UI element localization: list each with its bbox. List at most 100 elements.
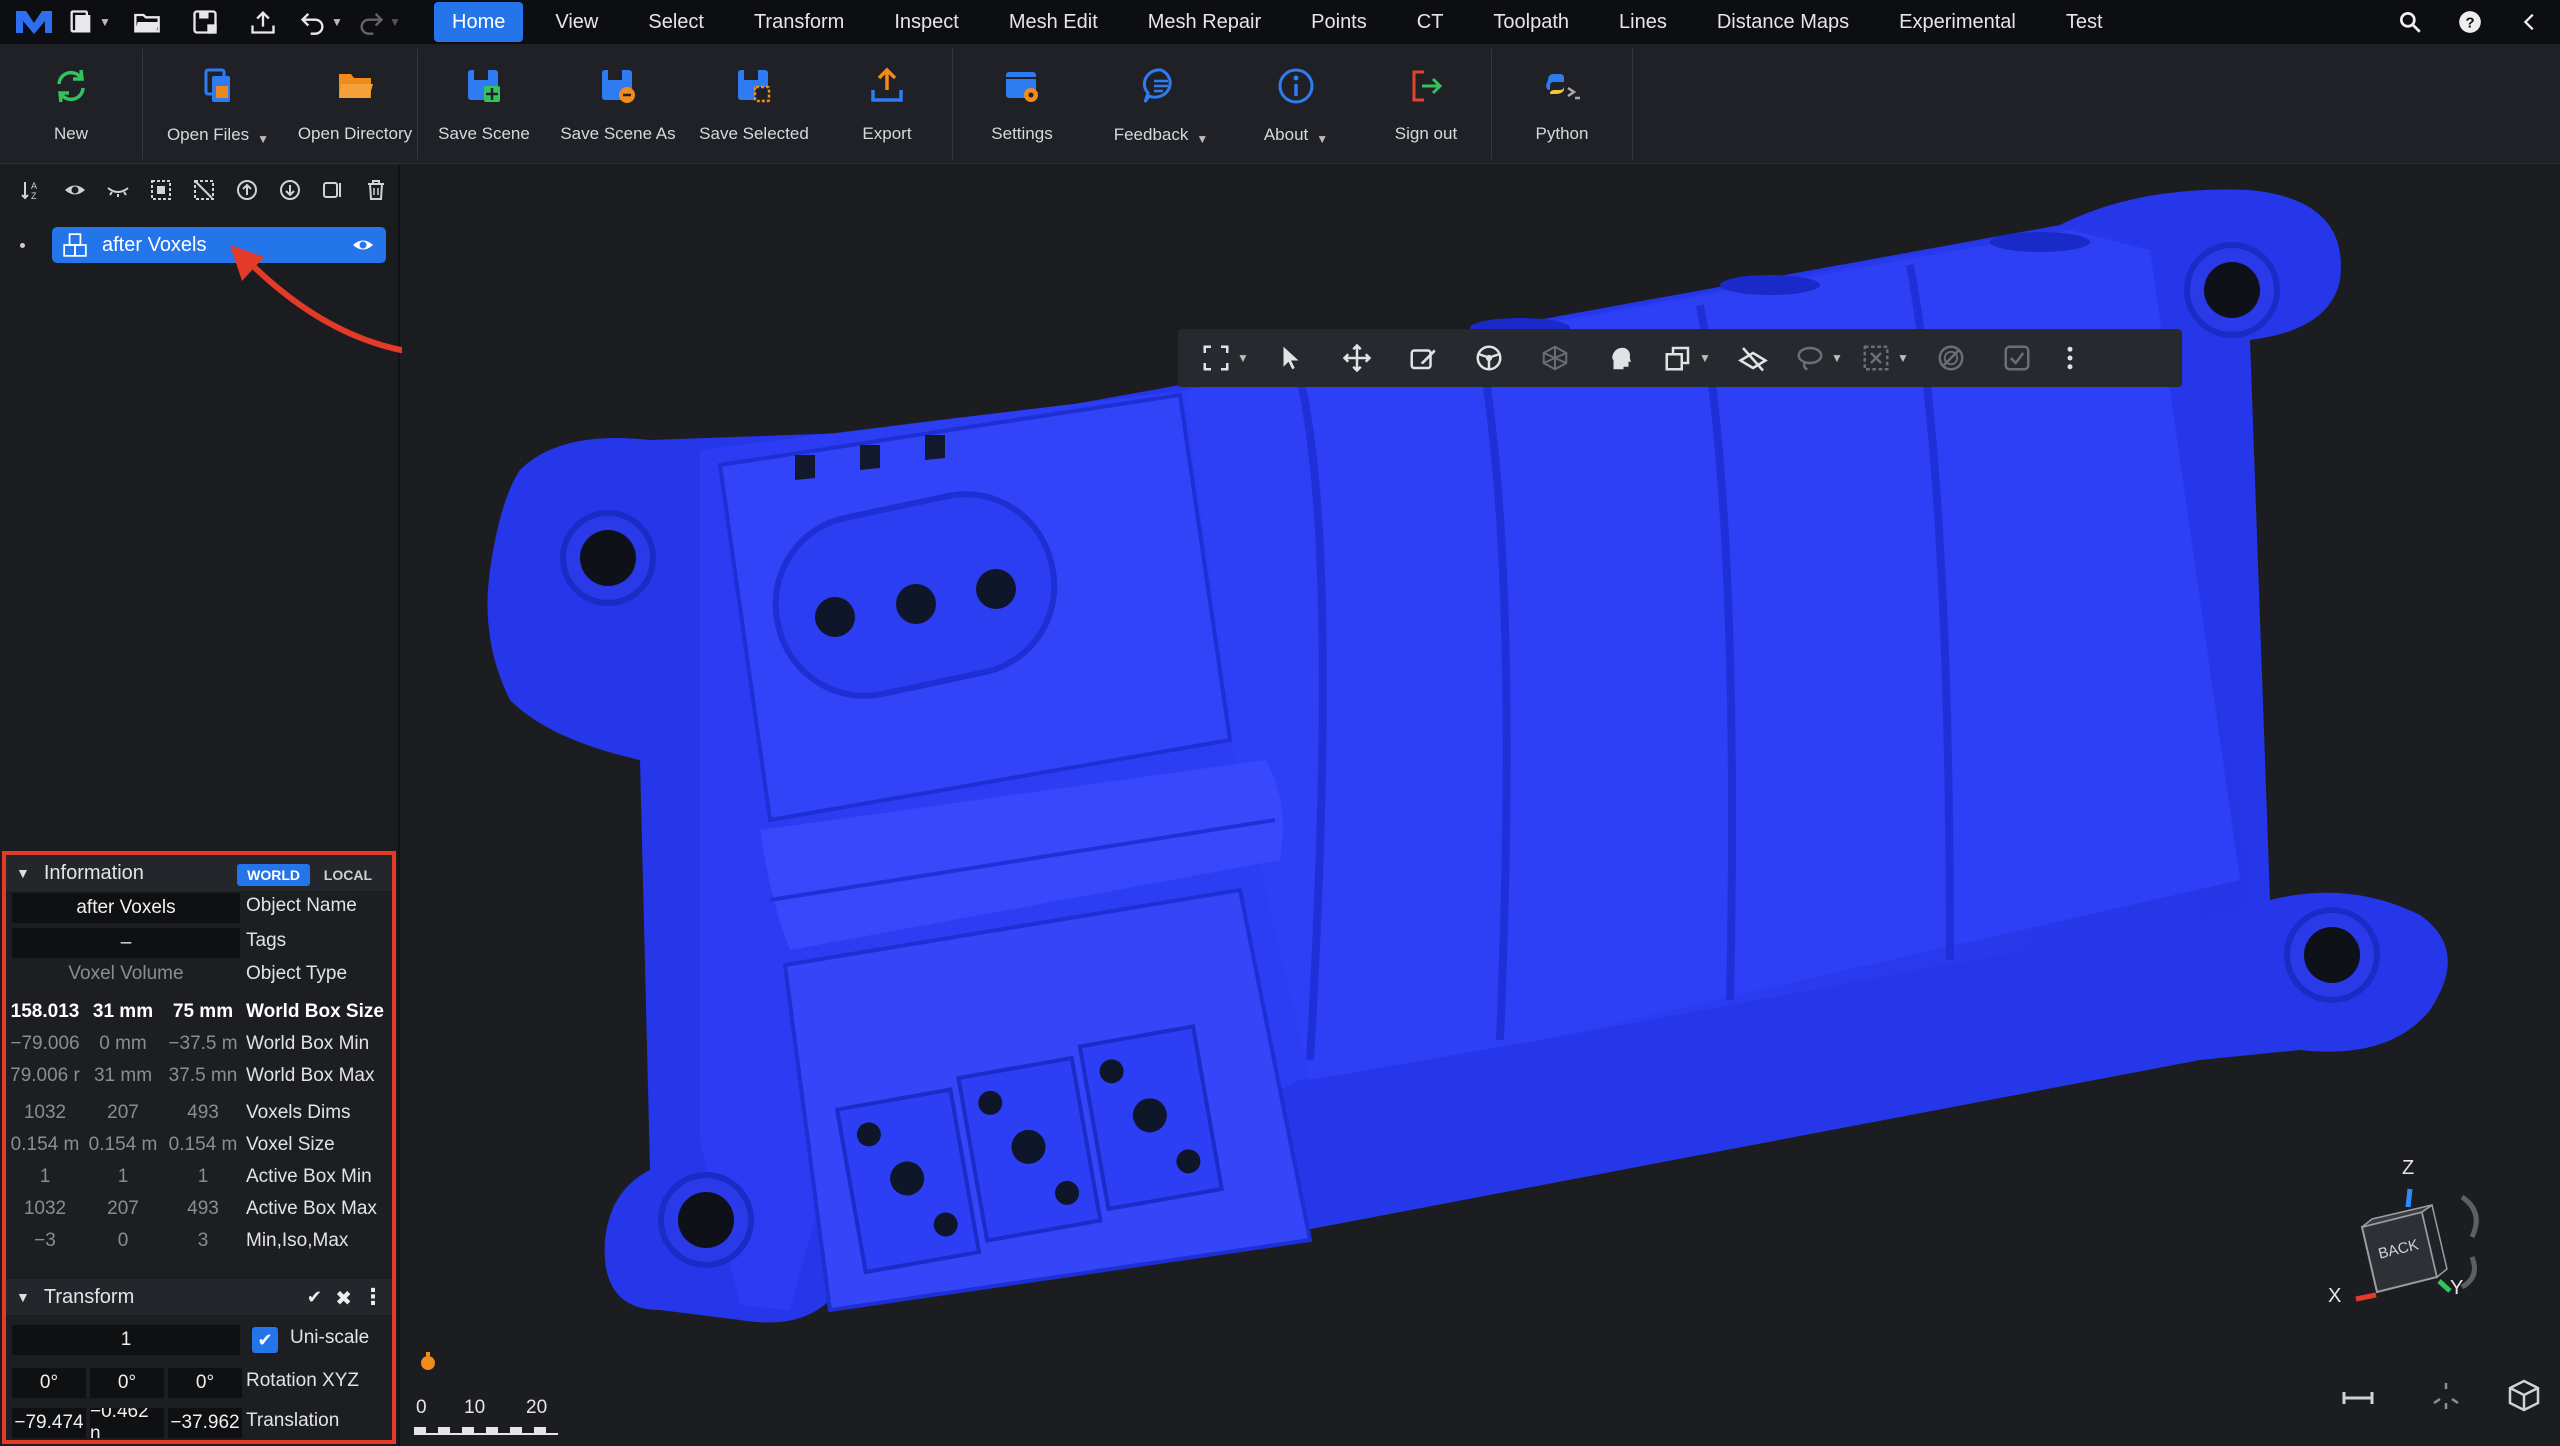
undo-icon[interactable]: ▼ <box>292 0 350 44</box>
tab-select[interactable]: Select <box>630 2 722 42</box>
apply-check-icon[interactable]: ✔ <box>307 1287 322 1308</box>
information-header[interactable]: ▼ Information WORLD LOCAL <box>6 855 392 891</box>
ruler-tool-icon[interactable] <box>2340 1383 2380 1413</box>
axis-z-label: Z <box>2402 1157 2415 1179</box>
tab-transform[interactable]: Transform <box>736 2 862 42</box>
tab-ct[interactable]: CT <box>1399 2 1462 42</box>
fit-view-icon[interactable]: ▼ <box>1192 329 1258 387</box>
open-directory-button[interactable]: Open Directory <box>293 44 417 164</box>
tab-inspect[interactable]: Inspect <box>876 2 976 42</box>
about-button[interactable]: About ▼ <box>1231 44 1361 164</box>
app-logo-icon[interactable] <box>8 0 60 44</box>
transform-header[interactable]: ▼ Transform ✔ ✖ ⋮ <box>6 1279 392 1315</box>
fps-timer-icon[interactable] <box>416 1349 440 1373</box>
clone-icon[interactable]: ▼ <box>1654 329 1720 387</box>
reset-x-icon[interactable]: ✖ <box>335 1286 352 1311</box>
help-icon[interactable]: ? <box>2440 0 2500 44</box>
uniscale-row: 1 ✔ Uni-scale <box>6 1323 392 1355</box>
new-menu-icon[interactable]: ▼ <box>60 0 118 44</box>
save-selected-icon <box>730 62 778 110</box>
hide-plane-icon[interactable] <box>1720 329 1786 387</box>
view-cube[interactable]: BACK Z X Y <box>2312 1157 2492 1337</box>
viewport-toolbar: ▼ ▼ ▼ ▼ <box>1178 329 2182 387</box>
rotation-y-field[interactable]: 0° <box>90 1368 164 1398</box>
tab-toolpath[interactable]: Toolpath <box>1475 2 1587 42</box>
save-scene-button[interactable]: Save Scene <box>418 44 550 164</box>
redo-icon[interactable]: ▼ <box>350 0 408 44</box>
open-files-button[interactable]: Open Files ▼ <box>143 44 293 164</box>
lasso-icon[interactable]: ▼ <box>1786 329 1852 387</box>
upload-icon[interactable] <box>234 0 292 44</box>
uniscale-field[interactable]: 1 <box>12 1325 240 1355</box>
steering-icon[interactable] <box>1456 329 1522 387</box>
rotation-x-field[interactable]: 0° <box>12 1368 86 1398</box>
svg-text:?: ? <box>2465 14 2474 31</box>
tab-home[interactable]: Home <box>434 2 524 42</box>
sign-out-icon <box>1402 62 1450 110</box>
local-toggle[interactable]: LOCAL <box>318 864 378 886</box>
search-icon[interactable] <box>2380 0 2440 44</box>
python-button[interactable]: Python <box>1492 44 1632 164</box>
object-name-field[interactable]: after Voxels <box>12 893 240 923</box>
tab-points[interactable]: Points <box>1293 2 1385 42</box>
tab-lines[interactable]: Lines <box>1601 2 1685 42</box>
head-silhouette-icon[interactable] <box>1588 329 1654 387</box>
voxels-dims-row: 1032 207 493 Voxels Dims <box>23 1102 351 1123</box>
3d-viewport[interactable]: ▼ ▼ ▼ ▼ BACK Z X Y 0 10 20 <box>402 165 2560 1446</box>
translation-y-field[interactable]: −0.462 n <box>90 1408 164 1438</box>
sign-out-button[interactable]: Sign out <box>1361 44 1491 164</box>
remove-selection-icon[interactable]: ▼ <box>1852 329 1918 387</box>
select-all-icon[interactable] <box>139 170 182 210</box>
save-scene-icon <box>460 62 508 110</box>
select-pointer-icon[interactable] <box>1258 329 1324 387</box>
eye-icon[interactable] <box>53 170 96 210</box>
world-box-size-row: 158.013 31 mm 75 mm World Box Size <box>10 1001 384 1022</box>
translation-z-field[interactable]: −37.962 <box>168 1408 242 1438</box>
tab-view[interactable]: View <box>537 2 616 42</box>
voxels-object-icon <box>62 232 88 258</box>
information-panel: ▼ Information WORLD LOCAL after Voxels O… <box>2 851 396 1444</box>
mesh-icon[interactable] <box>1522 329 1588 387</box>
deselect-icon[interactable] <box>182 170 225 210</box>
scene-object-name: after Voxels <box>102 233 207 256</box>
tab-experimental[interactable]: Experimental <box>1881 2 2034 42</box>
disable-icon[interactable] <box>1918 329 1984 387</box>
move-icon[interactable] <box>1324 329 1390 387</box>
save-scene-as-button[interactable]: Save Scene As <box>550 44 686 164</box>
more-vertical-icon[interactable] <box>2050 329 2090 387</box>
tab-test[interactable]: Test <box>2048 2 2121 42</box>
settings-button[interactable]: Settings <box>953 44 1091 164</box>
tab-distance-maps[interactable]: Distance Maps <box>1699 2 1867 42</box>
save-selected-button[interactable]: Save Selected <box>686 44 822 164</box>
axis-y-label: Y <box>2450 1277 2464 1299</box>
world-toggle[interactable]: WORLD <box>237 864 310 886</box>
move-up-icon[interactable] <box>226 170 269 210</box>
sort-az-icon[interactable]: AZ <box>10 170 53 210</box>
move-down-icon[interactable] <box>269 170 312 210</box>
eye-closed-icon[interactable] <box>96 170 139 210</box>
settings-icon <box>998 62 1046 110</box>
svg-text:A: A <box>31 181 37 191</box>
paint-brush-icon[interactable] <box>1390 329 1456 387</box>
collapse-icon[interactable] <box>2500 0 2560 44</box>
rotation-z-field[interactable]: 0° <box>168 1368 242 1398</box>
feedback-button[interactable]: Feedback ▼ <box>1091 44 1231 164</box>
orbit-center-icon[interactable] <box>2428 1379 2468 1413</box>
export-button[interactable]: Export <box>822 44 952 164</box>
view-cube-toggle-icon[interactable] <box>2506 1377 2546 1413</box>
new-button[interactable]: New <box>0 44 142 164</box>
tab-mesh-repair[interactable]: Mesh Repair <box>1130 2 1279 42</box>
tags-field[interactable]: – <box>12 928 240 958</box>
uniscale-checkbox[interactable]: ✔ <box>252 1327 278 1353</box>
save-icon[interactable] <box>176 0 234 44</box>
open-folder-icon[interactable] <box>118 0 176 44</box>
split-icon[interactable] <box>312 170 355 210</box>
min-iso-max-row: −3 0 3 Min,Iso,Max <box>34 1230 349 1251</box>
chevron-down-icon: ▼ <box>1196 132 1209 146</box>
tab-mesh-edit[interactable]: Mesh Edit <box>991 2 1116 42</box>
more-vertical-icon[interactable]: ⋮ <box>362 1284 384 1310</box>
checkbox-icon[interactable] <box>1984 329 2050 387</box>
menu-bar: ▼ ▼ ▼ Home View Select Transform Inspect… <box>0 0 2560 44</box>
translation-x-field[interactable]: −79.474 <box>12 1408 86 1438</box>
trash-icon[interactable] <box>355 170 398 210</box>
